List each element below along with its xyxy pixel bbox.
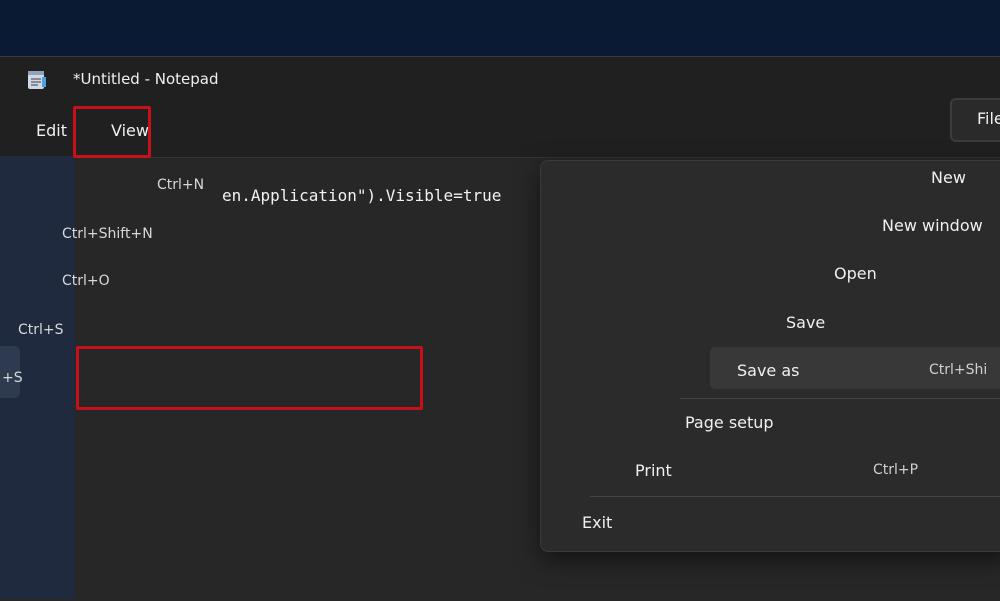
ghost-shortcut-open: Ctrl+O (62, 273, 110, 289)
file-menu-print[interactable]: Print (635, 461, 672, 480)
highlight-box-view (73, 106, 151, 158)
menu-edit[interactable]: Edit (36, 121, 67, 140)
file-menu-new[interactable]: New (931, 168, 966, 187)
menu-separator (680, 398, 1000, 399)
window-title: *Untitled - Notepad (73, 70, 219, 88)
file-menu-page-setup[interactable]: Page setup (685, 413, 774, 432)
ghost-shortcut-new: Ctrl+N (157, 177, 205, 193)
highlight-box-target (76, 346, 423, 410)
file-menu-new-window[interactable]: New window (882, 216, 983, 235)
ghost-shortcut-save: Ctrl+S (18, 322, 64, 338)
editor-content: en.Application").Visible=true (222, 186, 502, 205)
file-menu-exit[interactable]: Exit (582, 513, 612, 532)
file-menu-save-as[interactable]: Save as (737, 361, 800, 380)
menu-separator (590, 496, 1000, 497)
ghost-shortcut-new-window: Ctrl+Shift+N (62, 226, 153, 242)
menu-file[interactable]: File (950, 98, 1000, 142)
menu-file-label: File (977, 109, 1000, 128)
file-menu-save[interactable]: Save (786, 313, 825, 332)
file-menu-save-as-shortcut: Ctrl+Shi (929, 362, 988, 378)
file-menu-open[interactable]: Open (834, 264, 877, 283)
title-bar: *Untitled - Notepad (0, 57, 1000, 103)
notepad-icon (28, 71, 46, 89)
file-menu-print-shortcut: Ctrl+P (873, 462, 919, 478)
ghost-shortcut-save-as: +S (2, 370, 23, 386)
